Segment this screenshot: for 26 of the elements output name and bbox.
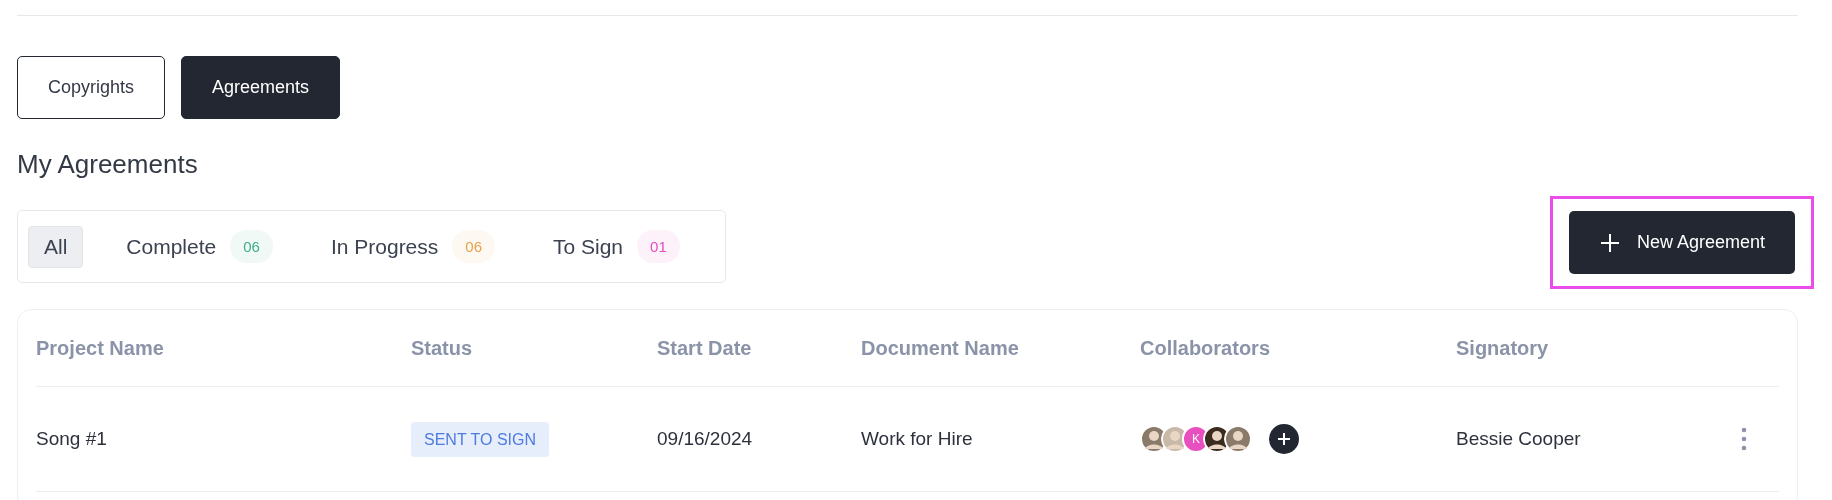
table-cell: 09/16/2024 bbox=[657, 428, 753, 449]
add-collaborator-icon[interactable] bbox=[1269, 424, 1299, 454]
section-title: My Agreements bbox=[17, 149, 199, 180]
avatar bbox=[1224, 425, 1252, 453]
column-header: Start Date bbox=[657, 336, 753, 360]
filter-tab[interactable]: All bbox=[28, 225, 84, 268]
filter-tab[interactable]: Complete 06 bbox=[111, 222, 288, 271]
column-header: Status bbox=[411, 336, 474, 360]
table-cell: Song #1 bbox=[36, 428, 107, 450]
count-badge: 06 bbox=[230, 230, 273, 263]
column-header: Document Name bbox=[861, 336, 1020, 360]
tab[interactable]: Copyrights bbox=[17, 56, 166, 119]
column-header: Signatory bbox=[1456, 336, 1550, 360]
new-agreement-button[interactable]: New Agreement bbox=[1569, 211, 1795, 274]
count-badge: 01 bbox=[637, 230, 680, 263]
filter-tab[interactable]: In Progress 06 bbox=[315, 222, 510, 271]
more-options-icon[interactable] bbox=[1741, 427, 1747, 451]
table-cell: Work for Hire bbox=[861, 428, 973, 449]
count-badge: 06 bbox=[452, 230, 495, 263]
tab[interactable]: Agreements bbox=[181, 56, 341, 119]
column-header: Collaborators bbox=[1140, 336, 1272, 360]
column-header: Project Name bbox=[36, 336, 165, 360]
status-badge: SENT TO SIGN bbox=[411, 422, 550, 457]
filter-tab[interactable]: To Sign 01 bbox=[538, 222, 695, 271]
table-cell: Bessie Cooper bbox=[1456, 428, 1581, 449]
plus-icon bbox=[1598, 231, 1621, 254]
